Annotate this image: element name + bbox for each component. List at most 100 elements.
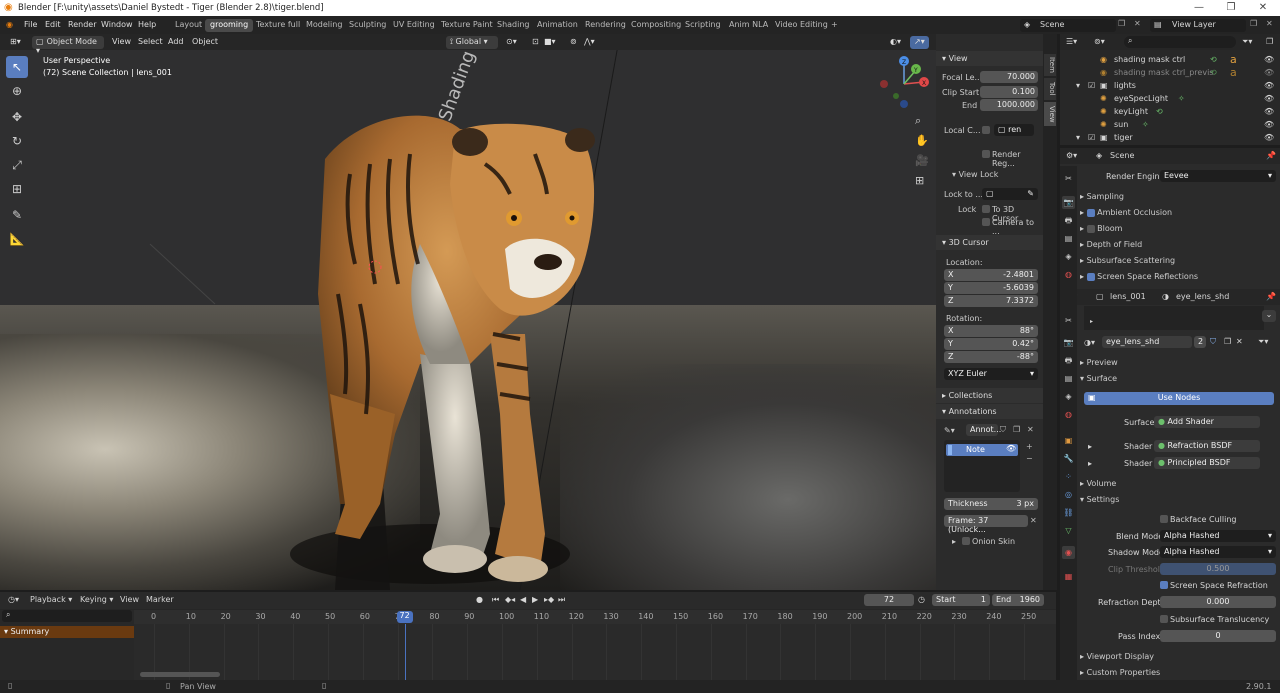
menu-window[interactable]: Window [101, 20, 133, 29]
visibility-eye-icon[interactable]: 👁 [1264, 81, 1274, 90]
falloff-icon[interactable]: ⋀▾ [580, 36, 599, 49]
display-mode-icon[interactable]: ⊚▾ [1094, 37, 1105, 46]
remove-layer-icon[interactable]: − [1026, 454, 1033, 463]
physics-tab-icon[interactable]: ◎ [1062, 488, 1075, 501]
workspace-tab-rendering[interactable]: Rendering [580, 19, 631, 32]
pan-hand-icon[interactable]: ✋ [915, 134, 929, 147]
workspace-tab-video-editing[interactable]: Video Editing [770, 19, 833, 32]
material-slots-list[interactable]: ▸ [1084, 306, 1264, 330]
cursor-rotation-y[interactable]: Y 0.42° [944, 338, 1038, 350]
record-button-icon[interactable]: ● [476, 595, 483, 604]
browse-material-icon[interactable]: ◑▾ [1084, 338, 1095, 347]
screen-space-refraction-checkbox[interactable] [1160, 581, 1168, 589]
visibility-icon[interactable]: ◐▾ [886, 36, 905, 49]
snap-target-icon[interactable]: ■▾ [540, 36, 560, 49]
visibility-eye-icon[interactable]: 👁 [1264, 120, 1274, 129]
workspace-tab-texture-paint[interactable]: Texture Paint [436, 19, 498, 32]
workspace-tab-animation[interactable]: Animation [532, 19, 583, 32]
local-camera-field[interactable]: ▢ ren [994, 124, 1034, 136]
fake-user-shield-icon[interactable]: ⛉ [1210, 337, 1216, 347]
view-panel-header[interactable]: ▾ View [936, 51, 1043, 66]
gizmo-toggle-icon[interactable]: ↗▾ [910, 36, 929, 49]
minimize-button[interactable]: — [1184, 2, 1214, 13]
timeline-view-menu[interactable]: View [120, 595, 139, 604]
data-tab-icon[interactable]: ▽ [1062, 524, 1075, 537]
annotation-frame-clear-icon[interactable]: ✕ [1030, 516, 1037, 525]
sidebar-tab-item[interactable]: Item [1044, 54, 1056, 76]
local-camera-checkbox[interactable] [982, 126, 990, 134]
object-tab-icon[interactable]: ▣ [1062, 434, 1075, 447]
new-collection-icon[interactable]: ❐ [1266, 37, 1273, 46]
jump-start-icon[interactable]: ⏮ [492, 595, 499, 605]
add-layer-icon[interactable]: + [1026, 442, 1033, 451]
shader2-field[interactable]: ● Principled BSDF [1154, 457, 1260, 469]
view-lock-subheader[interactable]: ▾ View Lock [952, 170, 998, 179]
render-section-sampling[interactable]: ▸ Sampling [1080, 192, 1124, 201]
rotate-tool-icon[interactable]: ↻ [6, 130, 28, 152]
workspace-tab-scripting[interactable]: Scripting [680, 19, 726, 32]
ssr-checkbox[interactable] [1086, 272, 1095, 281]
duplicate-material-icon[interactable]: ❐ [1224, 337, 1231, 346]
mode-selector[interactable]: ▢ Object Mode ▾ [32, 36, 104, 55]
world-tab-icon-2[interactable]: ◍ [1062, 408, 1075, 421]
navigation-gizmo[interactable]: Z X Y [876, 52, 934, 132]
pass-index-field[interactable]: 0 [1160, 630, 1276, 642]
3d-cursor-panel-header[interactable]: ▾ 3D Cursor [936, 235, 1043, 250]
jump-end-icon[interactable]: ⏭ [558, 595, 565, 605]
annotation-new-icon[interactable]: ❐ [1013, 425, 1020, 434]
layer-visibility-icon[interactable]: 👁 [1006, 444, 1016, 453]
blend-mode-dropdown[interactable]: Alpha Hashed ▾ [1160, 530, 1276, 542]
render-section-bloom[interactable]: ▸ Bloom [1080, 224, 1122, 233]
timeline-scrollbar[interactable] [140, 672, 220, 677]
scene-selector[interactable]: ◈ Scene [1020, 19, 1116, 32]
cursor-location-z[interactable]: Z 7.3372 [944, 295, 1038, 307]
frame-ruler[interactable]: 0102030405060708090100110120130140150160… [134, 610, 1056, 624]
view-layer-tab-icon-2[interactable]: ▤ [1062, 372, 1075, 385]
viewport-menu-view[interactable]: View [108, 36, 135, 49]
outliner-row[interactable]: ◉ shading mask ctrl ⟲ a 👁 [1060, 53, 1280, 66]
play-reverse-icon[interactable]: ◀ [520, 595, 526, 604]
sidebar-tab-tool[interactable]: Tool [1044, 78, 1056, 100]
rotation-mode-dropdown[interactable]: XYZ Euler ▾ [944, 368, 1038, 380]
shader1-field[interactable]: ● Refraction BSDF [1154, 440, 1260, 452]
ambient-occlusion-checkbox[interactable] [1086, 208, 1095, 217]
timeline-track-area[interactable] [134, 624, 1056, 680]
annotation-fake-user-icon[interactable]: ⛉ [1000, 425, 1006, 435]
annotation-source-icon[interactable]: ✎▾ [944, 426, 955, 435]
visibility-eye-icon[interactable]: 👁 [1264, 107, 1274, 116]
maximize-button[interactable]: ❐ [1216, 2, 1246, 13]
section-surface[interactable]: ▾ Surface [1080, 374, 1117, 383]
render-section-screen-space-reflections[interactable]: ▸ Screen Space Reflections [1080, 272, 1198, 281]
constraints-tab-icon[interactable]: ⛓ [1062, 506, 1075, 519]
section-custom-properties[interactable]: ▸ Custom Properties [1080, 668, 1160, 677]
expand-arrow-icon[interactable]: ▾ [1076, 133, 1080, 142]
refraction-depth-field[interactable]: 0.000 [1160, 596, 1276, 608]
menu-edit[interactable]: Edit [45, 20, 61, 29]
viewport-menu-select[interactable]: Select [134, 36, 167, 49]
channel-search-input[interactable]: ⌕ [2, 610, 132, 622]
cursor-rotation-x[interactable]: X 88° [944, 325, 1038, 337]
scale-tool-icon[interactable]: ⤢ [6, 154, 28, 176]
viewport-menu-add[interactable]: Add [164, 36, 188, 49]
3d-viewport[interactable]: Shading mask ⊞▾ ▢ Object Mode ▾ View Sele… [0, 34, 936, 590]
workspace-tab-grooming[interactable]: grooming [205, 19, 254, 32]
render-section-ambient-occlusion[interactable]: ▸ Ambient Occlusion [1080, 208, 1172, 217]
annotation-name-field[interactable]: Annot... [966, 424, 1001, 436]
render-section-depth-of-field[interactable]: ▸ Depth of Field [1080, 240, 1142, 249]
summary-channel[interactable]: ▾ Summary [0, 626, 134, 638]
prev-keyframe-icon[interactable]: ◆◂ [505, 595, 515, 604]
section-settings[interactable]: ▾ Settings [1080, 495, 1119, 504]
outliner-row[interactable]: ✺ eyeSpecLight ✧ 👁 [1060, 92, 1280, 105]
clip-start-field[interactable]: 0.100 [980, 86, 1038, 98]
render-region-checkbox[interactable] [982, 150, 990, 158]
tool-tab-icon[interactable]: ✂ [1062, 172, 1075, 185]
subsurface-translucency-checkbox[interactable] [1160, 615, 1168, 623]
ortho-grid-icon[interactable]: ⊞ [915, 174, 924, 187]
pin-icon[interactable]: 📌 [1266, 292, 1276, 301]
outliner-row[interactable]: ✺ sun ✧ 👁 [1060, 118, 1280, 131]
workspace-tab-modeling[interactable]: Modeling [301, 19, 347, 32]
annotation-delete-icon[interactable]: ✕ [1027, 425, 1034, 434]
orientation-selector[interactable]: ⟟ Global ▾ [446, 36, 498, 49]
timeline-editor-icon[interactable]: ◷▾ [8, 595, 19, 604]
onion-skin-checkbox[interactable] [962, 537, 970, 545]
